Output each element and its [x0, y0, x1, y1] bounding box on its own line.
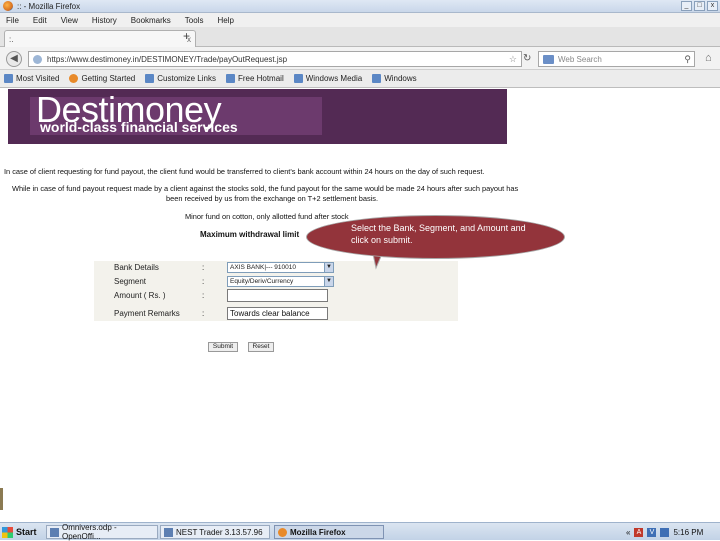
bookmark-free-hotmail[interactable]: Free Hotmail [225, 74, 284, 83]
system-tray: « A V 5:16 PM [626, 525, 718, 539]
new-tab-button[interactable]: + [183, 29, 190, 43]
amount-input[interactable] [227, 289, 328, 302]
form-row-segment: Segment : Equity/Deriv/Currency ▼ [94, 275, 458, 289]
clock: 5:16 PM [673, 527, 704, 537]
taskbar-item-openoffice[interactable]: Omnivers.odp - OpenOffi... [46, 523, 158, 541]
firefox-icon [3, 1, 13, 11]
amount-label: Amount ( Rs. ) [114, 291, 166, 300]
reset-button[interactable]: Reset [248, 342, 274, 352]
destimoney-banner: Destimoney world-class financial service… [8, 89, 507, 144]
menu-edit[interactable]: Edit [33, 16, 47, 25]
search-engine-icon[interactable] [543, 54, 554, 64]
windows-logo-icon [2, 526, 13, 538]
bookmark-getting-started[interactable]: Getting Started [69, 74, 135, 83]
firefox-bookmark-icon [69, 74, 79, 83]
menu-history[interactable]: History [92, 16, 117, 25]
home-icon[interactable]: ⌂ [705, 52, 712, 64]
taskbar-item-nest-trader[interactable]: NEST Trader 3.13.57.96 [160, 525, 270, 539]
form-row-amount: Amount ( Rs. ) : [94, 289, 458, 303]
search-placeholder: Web Search [558, 54, 602, 64]
segment-label: Segment [114, 277, 147, 286]
form-colon: : [202, 309, 205, 318]
form-row-bank: Bank Details : AXIS BANK|--- 910010 ▼ [94, 261, 458, 275]
page-content: Destimoney world-class financial service… [0, 89, 720, 522]
application-icon [164, 527, 173, 537]
payout-info-line-1: In case of client requesting for fund pa… [4, 167, 485, 176]
window-title: :: - Mozilla Firefox [17, 1, 81, 11]
instruction-callout-text: Select the Bank, Segment, and Amount and… [351, 223, 526, 245]
form-colon: : [202, 291, 205, 300]
chevron-down-icon[interactable]: ▼ [324, 263, 333, 272]
window-controls: _ □ x [681, 1, 718, 11]
bookmark-icon [225, 74, 235, 83]
reload-icon[interactable]: ↻ [523, 53, 531, 64]
document-icon [50, 527, 59, 537]
menu-file[interactable]: File [6, 16, 19, 25]
payout-info-line-4: Minor fund on cotton, only allotted fund… [185, 212, 349, 221]
payment-remarks-label: Payment Remarks [114, 309, 180, 318]
bank-details-value: AXIS BANK|--- 910010 [230, 264, 296, 271]
navigation-bar: ◀ https://www.destimoney.in/DESTIMONEY/T… [0, 47, 720, 70]
menu-bookmarks[interactable]: Bookmarks [131, 16, 171, 25]
bookmark-customize-links[interactable]: Customize Links [145, 74, 216, 83]
segment-value: Equity/Deriv/Currency [230, 278, 294, 285]
bookmark-icon [372, 74, 382, 83]
menu-view[interactable]: View [61, 16, 78, 25]
close-window-button[interactable]: x [707, 1, 718, 11]
bookmarks-toolbar: Most Visited Getting Started Customize L… [0, 70, 720, 88]
payout-info-line-3: been received by us from the exchange on… [166, 194, 379, 203]
firefox-icon [278, 527, 287, 537]
antivirus-icon[interactable]: A [634, 527, 644, 537]
back-button[interactable]: ◀ [6, 51, 22, 67]
windows-taskbar: Start Omnivers.odp - OpenOffi... NEST Tr… [0, 522, 720, 541]
tab-title: :. [9, 34, 14, 44]
start-button[interactable]: Start [2, 525, 42, 539]
bank-details-label: Bank Details [114, 263, 159, 272]
url-bar[interactable]: https://www.destimoney.in/DESTIMONEY/Tra… [28, 51, 522, 67]
start-label: Start [16, 527, 37, 537]
browser-tab[interactable]: :. x [4, 30, 196, 47]
bookmark-windows[interactable]: Windows [372, 74, 417, 83]
taskbar-item-firefox[interactable]: Mozilla Firefox [274, 525, 384, 539]
tray-expand-icon[interactable]: « [626, 528, 630, 537]
side-marker [0, 488, 3, 510]
search-icon[interactable]: ⚲ [684, 54, 691, 65]
menu-tools[interactable]: Tools [185, 16, 204, 25]
search-bar[interactable]: Web Search ⚲ [538, 51, 695, 67]
bookmark-icon [293, 74, 303, 83]
payment-remarks-input[interactable]: Towards clear balance [227, 307, 328, 320]
bookmark-most-visited[interactable]: Most Visited [4, 74, 59, 83]
volume-icon[interactable] [660, 527, 670, 537]
bookmark-windows-media[interactable]: Windows Media [293, 74, 362, 83]
chevron-down-icon[interactable]: ▼ [324, 277, 333, 286]
bank-details-select[interactable]: AXIS BANK|--- 910010 ▼ [227, 262, 334, 273]
max-withdrawal-label: Maximum withdrawal limit [200, 230, 300, 239]
submit-button[interactable]: Submit [208, 342, 238, 352]
menu-bar: File Edit View History Bookmarks Tools H… [0, 13, 720, 27]
menu-help[interactable]: Help [217, 16, 233, 25]
url-text: https://www.destimoney.in/DESTIMONEY/Tra… [47, 54, 288, 64]
bookmark-icon [4, 74, 13, 83]
form-row-remarks: Payment Remarks : Towards clear balance [94, 307, 458, 321]
network-icon[interactable]: V [647, 527, 657, 537]
site-identity-icon[interactable] [33, 54, 42, 64]
tab-bar: :. x [0, 27, 720, 47]
bookmark-icon [145, 74, 155, 83]
payout-info-line-2: While in case of fund payout request mad… [12, 184, 519, 193]
minimize-button[interactable]: _ [681, 1, 692, 11]
brand-tagline: world-class financial services [40, 119, 238, 135]
form-colon: : [202, 277, 205, 286]
maximize-button[interactable]: □ [694, 1, 705, 11]
payout-form: Bank Details : AXIS BANK|--- 910010 ▼ Se… [94, 261, 458, 321]
bookmark-star-icon[interactable]: ☆ [509, 54, 517, 65]
form-colon: : [202, 263, 205, 272]
segment-select[interactable]: Equity/Deriv/Currency ▼ [227, 276, 334, 287]
window-titlebar: :: - Mozilla Firefox _ □ x [0, 0, 720, 13]
